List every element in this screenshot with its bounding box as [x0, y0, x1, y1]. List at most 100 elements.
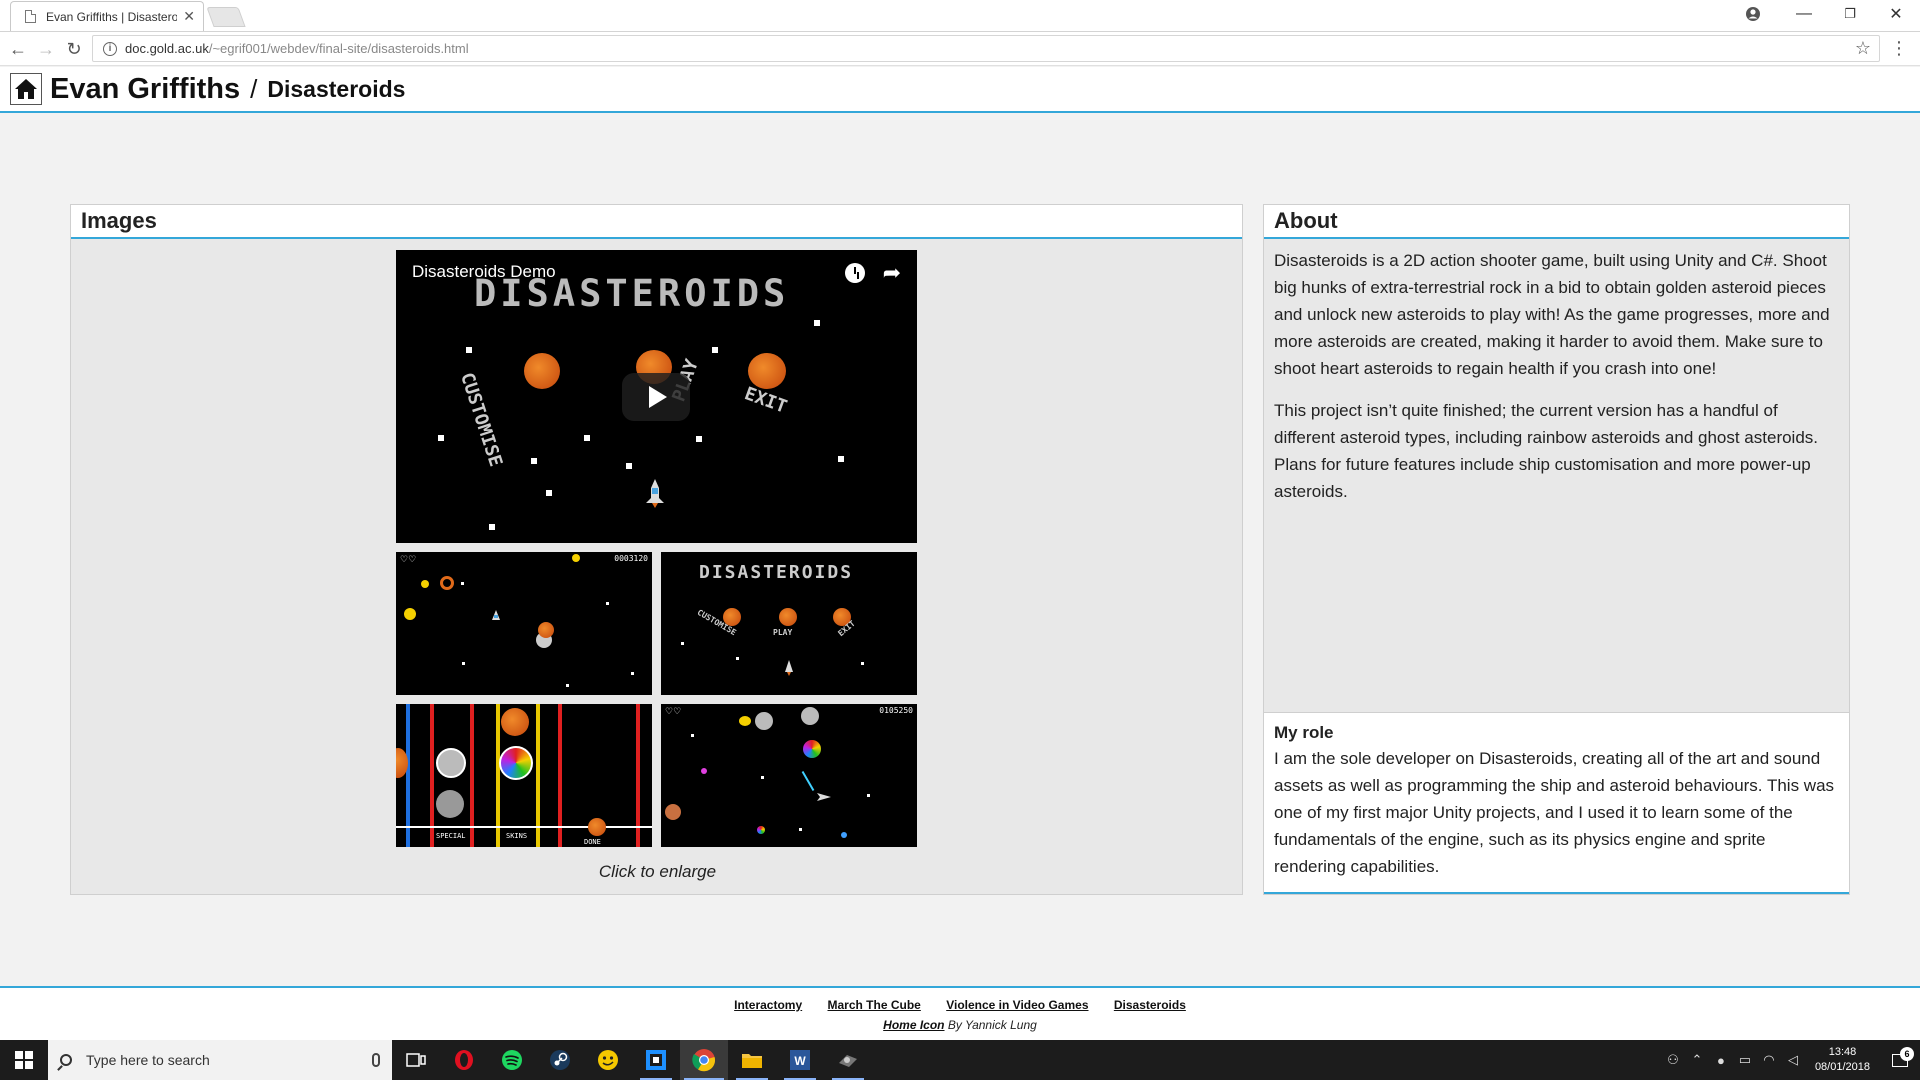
- close-tab-icon[interactable]: ✕: [183, 8, 195, 25]
- spaceship-sprite: [785, 660, 793, 676]
- opera-icon[interactable]: [440, 1040, 488, 1080]
- my-role-heading: My role: [1274, 723, 1334, 742]
- volume-mute-icon[interactable]: ◁: [1781, 1052, 1805, 1068]
- system-tray: ⚇ ⌃ ● ▭ ◠ ◁ 13:48 08/01/2018 6: [1661, 1040, 1920, 1080]
- task-view-icon[interactable]: [392, 1040, 440, 1080]
- site-footer: Interactomy March The Cube Violence in V…: [0, 986, 1920, 1040]
- star-particle: [462, 662, 465, 665]
- site-name-link[interactable]: Evan Griffiths: [50, 73, 240, 106]
- restore-icon[interactable]: ❐: [1827, 0, 1873, 28]
- customise-menu-text: CUSTOMISE: [456, 370, 507, 470]
- clock-date: 08/01/2018: [1814, 1061, 1870, 1073]
- play-button[interactable]: [622, 373, 690, 421]
- images-heading: Images: [71, 205, 1242, 239]
- word-icon[interactable]: W: [776, 1040, 824, 1080]
- microphone-icon[interactable]: [372, 1053, 380, 1067]
- screenshot-thumbnail-customise[interactable]: SPECIAL SKINS DONE: [396, 704, 652, 847]
- share-icon[interactable]: ➦: [883, 260, 901, 286]
- asteroid-sprite: [436, 790, 464, 818]
- url-path: /~egrif001/webdev/final-site/disasteroid…: [208, 41, 469, 56]
- clock[interactable]: 13:48 08/01/2018: [1805, 1045, 1880, 1075]
- about-panel: About Disasteroids is a 2D action shoote…: [1263, 204, 1850, 895]
- windows-logo-icon: [15, 1051, 33, 1069]
- laser-beam: [801, 770, 815, 792]
- steam-icon[interactable]: [536, 1040, 584, 1080]
- notification-count: 6: [1900, 1046, 1914, 1061]
- breadcrumb-separator: /: [250, 73, 258, 104]
- tray-app-icon[interactable]: ●: [1709, 1053, 1733, 1068]
- new-tab-button[interactable]: [206, 7, 246, 27]
- people-icon[interactable]: ⚇: [1661, 1052, 1685, 1068]
- show-hidden-icons-chevron-icon[interactable]: ⌃: [1685, 1052, 1709, 1068]
- home-icon-credit-link[interactable]: Home Icon: [883, 1018, 944, 1032]
- url-field[interactable]: i doc.gold.ac.uk/~egrif001/webdev/final-…: [92, 35, 1880, 62]
- back-arrow-icon[interactable]: ←: [6, 37, 30, 61]
- taskbar-search-box[interactable]: Type here to search: [48, 1040, 392, 1080]
- asteroid-sprite: [665, 804, 681, 820]
- asteroid-sprite: [538, 622, 554, 638]
- tab-title: Evan Griffiths | Disasteroids: [46, 9, 178, 24]
- footer-link-violence-in-video-games[interactable]: Violence in Video Games: [946, 998, 1088, 1012]
- clock-time: 13:48: [1828, 1046, 1857, 1058]
- game-app-icon[interactable]: [824, 1040, 872, 1080]
- star-particle: [861, 662, 864, 665]
- divider: [396, 826, 652, 828]
- star-particle: [466, 347, 472, 353]
- exit-menu-text: EXIT: [741, 383, 790, 418]
- star-particle: [584, 435, 590, 441]
- demo-video[interactable]: DISASTEROIDS Disasteroids Demo ➦ CUSTOMI…: [396, 250, 917, 543]
- asteroid-sprite: [748, 353, 786, 389]
- file-explorer-icon[interactable]: [728, 1040, 776, 1080]
- star-particle: [631, 672, 634, 675]
- screenshot-thumbnail-gameplay[interactable]: ♡♡ 0003120: [396, 552, 652, 695]
- score-text: 0003120: [614, 554, 648, 563]
- star-particle: [546, 490, 552, 496]
- video-title[interactable]: Disasteroids Demo: [412, 262, 556, 282]
- star-particle: [681, 642, 684, 645]
- app-icon-blue-square[interactable]: [632, 1040, 680, 1080]
- asteroid-sprite: [755, 712, 773, 730]
- watch-later-icon[interactable]: [845, 263, 865, 283]
- spotify-icon[interactable]: [488, 1040, 536, 1080]
- star-particle: [489, 524, 495, 530]
- screenshot-thumbnail-rainbow[interactable]: ♡♡ 0105250: [661, 704, 917, 847]
- asteroid-sprite: [588, 818, 606, 836]
- footer-link-interactomy[interactable]: Interactomy: [734, 998, 802, 1012]
- star-particle: [461, 582, 464, 585]
- minimize-icon[interactable]: —: [1781, 0, 1827, 28]
- asteroid-sprite: [524, 353, 560, 389]
- reload-icon[interactable]: ↻: [62, 37, 86, 61]
- windows-taskbar: Type here to search W ⚇ ⌃ ● ▭ ◠ ◁ 13:48: [0, 1040, 1920, 1080]
- my-role-text: I am the sole developer on Disasteroids,…: [1274, 749, 1835, 876]
- site-info-icon[interactable]: i: [103, 41, 117, 56]
- images-panel: Images DISASTEROIDS Disasteroids Demo ➦ …: [70, 204, 1243, 895]
- battery-icon[interactable]: ▭: [1733, 1052, 1757, 1068]
- footer-link-disasteroids[interactable]: Disasteroids: [1114, 998, 1186, 1012]
- rainbow-asteroid-sprite: [499, 746, 533, 780]
- enlarge-caption: Click to enlarge: [598, 862, 717, 881]
- star-particle: [691, 734, 694, 737]
- profile-icon[interactable]: [1730, 0, 1776, 28]
- star-particle: [761, 776, 764, 779]
- emoji-app-icon[interactable]: [584, 1040, 632, 1080]
- rainbow-asteroid-sprite: [803, 740, 821, 758]
- action-center-icon[interactable]: 6: [1880, 1046, 1920, 1067]
- screenshot-thumbnail-title[interactable]: DISASTEROIDS CUSTOMISE PLAY EXIT: [661, 552, 917, 695]
- network-icon[interactable]: ◠: [1757, 1052, 1781, 1068]
- bookmark-star-icon[interactable]: ☆: [1855, 38, 1871, 59]
- home-icon[interactable]: [10, 73, 42, 105]
- footer-link-march-the-cube[interactable]: March The Cube: [828, 998, 921, 1012]
- star-particle: [867, 794, 870, 797]
- chrome-icon[interactable]: [680, 1040, 728, 1080]
- star-particle: [531, 458, 537, 464]
- my-role-box: My role I am the sole developer on Disas…: [1264, 712, 1849, 894]
- menu-icon[interactable]: ⋮: [1890, 38, 1908, 59]
- forward-arrow-icon[interactable]: →: [34, 37, 58, 61]
- special-label: SPECIAL: [436, 832, 466, 840]
- star-particle: [438, 435, 444, 441]
- health-hearts-icon: ♡♡: [665, 706, 682, 716]
- browser-tab[interactable]: Evan Griffiths | Disasteroids ✕: [10, 1, 204, 31]
- start-button[interactable]: [0, 1040, 48, 1080]
- spaceship-sprite: [646, 479, 664, 508]
- close-window-icon[interactable]: ✕: [1873, 0, 1919, 28]
